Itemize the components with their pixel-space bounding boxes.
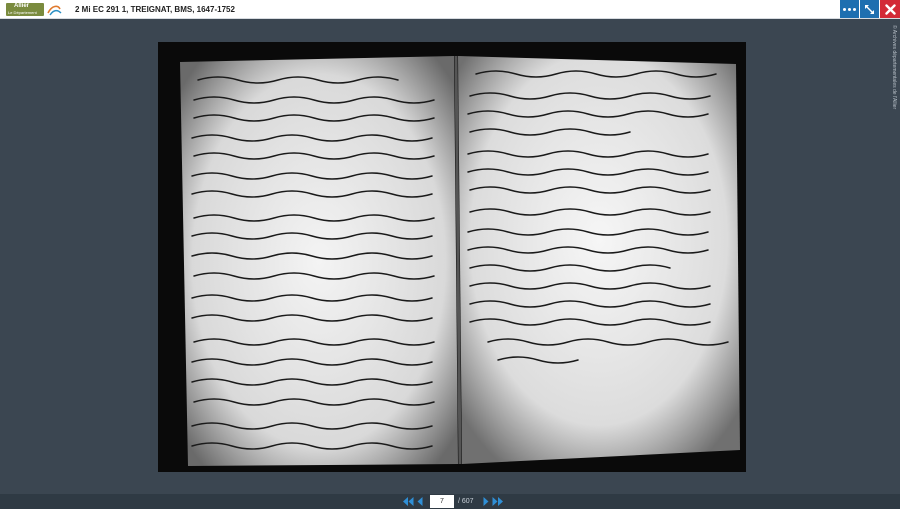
more-dots-icon	[843, 7, 856, 11]
close-button[interactable]	[880, 0, 900, 18]
pagination: / 607	[402, 495, 504, 508]
close-icon	[884, 3, 896, 15]
double-chevron-right-icon	[492, 497, 504, 506]
fullscreen-button[interactable]	[860, 0, 879, 18]
next-page-button[interactable]	[480, 495, 492, 508]
logo-swirl-icon	[47, 5, 62, 15]
manuscript-scan-image[interactable]	[158, 42, 746, 472]
bottom-pager-bar: / 607	[0, 494, 900, 509]
logo-text-departement: Le Département	[8, 9, 37, 15]
more-options-button[interactable]	[840, 0, 859, 18]
logo-badge: Allier Le Département	[6, 2, 44, 16]
copyright-notice: © Archives départementales de l'Allier	[888, 25, 898, 128]
expand-icon	[865, 4, 874, 14]
first-page-button[interactable]	[402, 495, 414, 508]
document-image-viewer[interactable]	[158, 42, 746, 472]
top-bar: Allier Le Département 2 Mi EC 291 1, TRE…	[0, 0, 900, 19]
logo-text-allier: Allier	[14, 2, 30, 9]
last-page-button[interactable]	[492, 495, 504, 508]
chevron-left-icon	[417, 497, 423, 506]
copyright-text: © Archives départementales de l'Allier	[891, 25, 897, 110]
double-chevron-left-icon	[402, 497, 413, 506]
chevron-right-icon	[483, 497, 489, 506]
previous-page-button[interactable]	[414, 495, 426, 508]
allier-logo[interactable]: Allier Le Département	[6, 2, 62, 16]
page-number-input[interactable]	[430, 495, 454, 508]
document-title: 2 Mi EC 291 1, TREIGNAT, BMS, 1647-1752	[75, 4, 235, 14]
page-total-label: / 607	[458, 498, 474, 505]
